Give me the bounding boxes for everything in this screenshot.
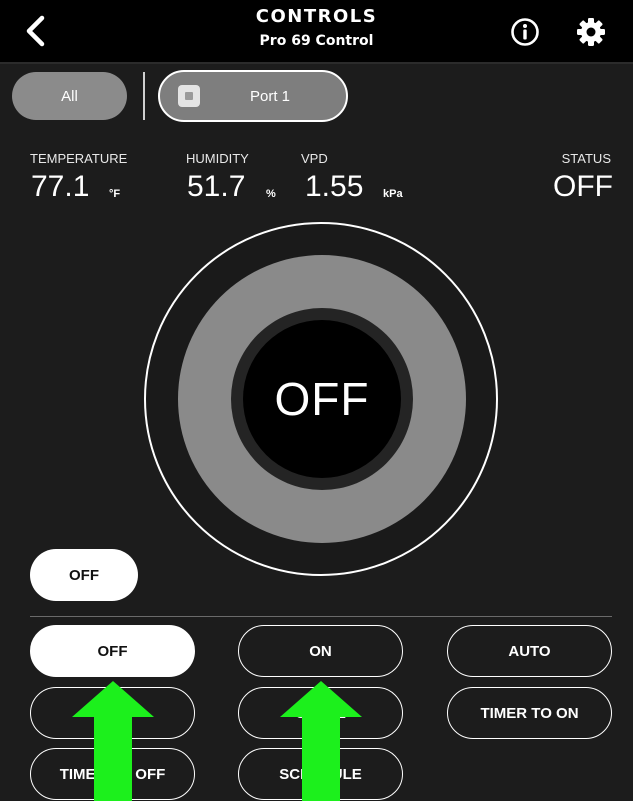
mode-auto-button[interactable]: AUTO bbox=[447, 625, 612, 677]
vpd-label: VPD bbox=[301, 151, 328, 166]
info-button[interactable] bbox=[510, 17, 540, 47]
mode-divider bbox=[30, 616, 612, 617]
mode-on-button[interactable]: ON bbox=[238, 625, 403, 677]
port-icon bbox=[178, 85, 200, 107]
temperature-value: 77.1 bbox=[31, 170, 90, 203]
vpd-unit: kPa bbox=[383, 188, 403, 200]
dial-center-label[interactable]: OFF bbox=[243, 320, 401, 478]
mode-timer-to-on-button[interactable]: TIMER TO ON bbox=[447, 687, 612, 739]
tab-divider bbox=[143, 72, 145, 120]
current-mode-chip[interactable]: OFF bbox=[30, 549, 138, 601]
temperature-label: TEMPERATURE bbox=[30, 151, 128, 166]
humidity-label: HUMIDITY bbox=[186, 151, 249, 166]
tab-port-1[interactable]: Port 1 bbox=[158, 70, 348, 122]
info-icon bbox=[511, 18, 539, 46]
mode-off-button[interactable]: OFF bbox=[30, 625, 195, 677]
annotation-arrow-up-icon bbox=[72, 681, 154, 801]
settings-button[interactable] bbox=[575, 16, 607, 48]
annotation-arrow-up-icon bbox=[280, 681, 362, 801]
tab-all[interactable]: All bbox=[12, 72, 127, 120]
humidity-value: 51.7 bbox=[187, 170, 246, 203]
status-label: STATUS bbox=[561, 151, 611, 166]
header-divider bbox=[0, 62, 633, 64]
gear-icon bbox=[577, 18, 605, 46]
tab-port-1-label: Port 1 bbox=[250, 87, 291, 105]
humidity-unit: % bbox=[266, 188, 276, 200]
header-bar: CONTROLS Pro 69 Control bbox=[0, 0, 633, 62]
vpd-value: 1.55 bbox=[305, 170, 364, 203]
status-value: OFF bbox=[553, 170, 613, 203]
temperature-unit: °F bbox=[109, 188, 121, 200]
